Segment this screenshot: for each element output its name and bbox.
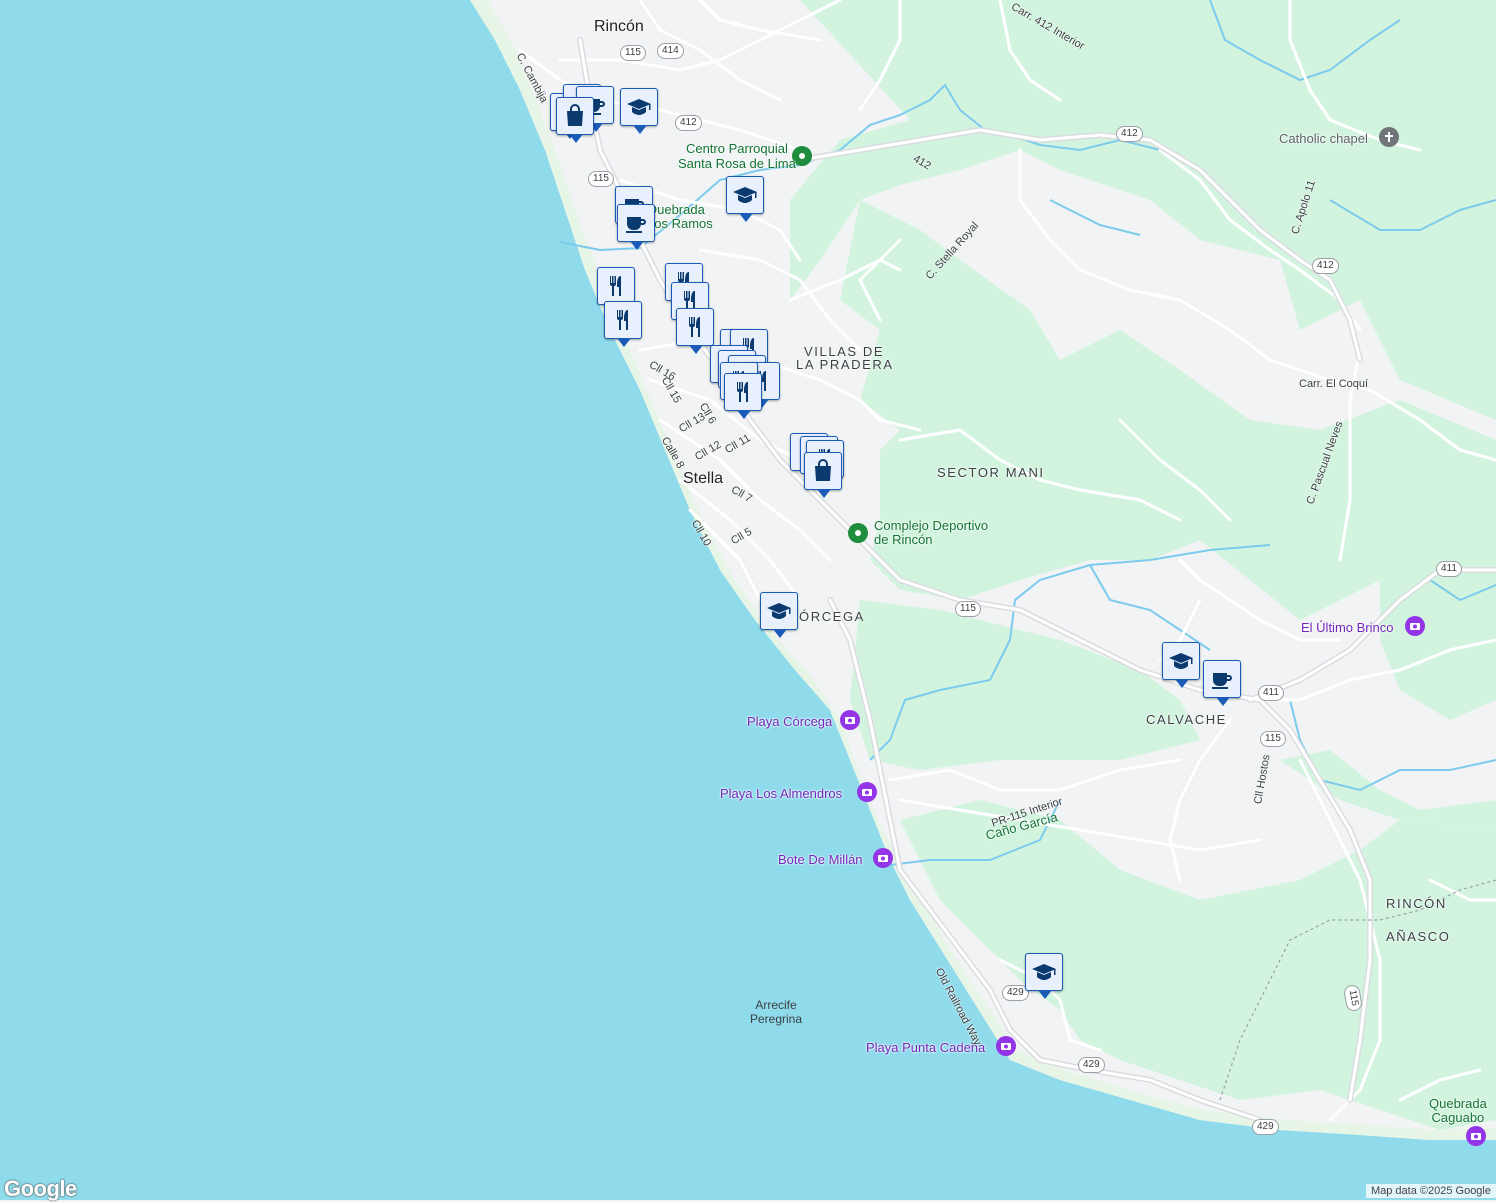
camera-icon[interactable] xyxy=(1405,616,1425,636)
poi-centro-parroquial[interactable]: Centro Parroquial Santa Rosa de Lima xyxy=(678,141,796,171)
poi-quebrada-ramos-line-2: Los Ramos xyxy=(647,216,713,231)
route-shield: 115 xyxy=(955,601,981,617)
route-shield: 429 xyxy=(1078,1057,1105,1073)
church-icon[interactable] xyxy=(1379,127,1399,147)
poi-catholic-chapel[interactable]: Catholic chapel xyxy=(1279,131,1368,146)
route-shield: 115 xyxy=(588,171,614,187)
route-shield: 412 xyxy=(675,115,702,131)
camera-icon[interactable] xyxy=(857,782,877,802)
shopping-bag-icon[interactable] xyxy=(804,452,842,498)
poi-bote-de-millan[interactable]: Bote De Millán xyxy=(778,852,863,867)
poi-quebrada-ramos-line-1: Quebrada xyxy=(647,202,705,217)
poi-playa-los-almendros[interactable]: Playa Los Almendros xyxy=(720,786,842,801)
poi-quebrada-caguabo-line-2: Caguabo xyxy=(1431,1110,1485,1125)
cafe-icon[interactable] xyxy=(617,204,655,250)
sports-complex-icon[interactable] xyxy=(848,523,868,543)
poi-centro-line-2: Santa Rosa de Lima xyxy=(678,156,796,171)
reef-label-line-2: Peregrina xyxy=(750,1012,803,1026)
school-icon[interactable] xyxy=(760,592,798,638)
cafe-icon[interactable] xyxy=(1203,660,1241,706)
poi-complejo-deportivo[interactable]: Complejo Deportivo de Rincón xyxy=(874,519,988,547)
restaurant-icon[interactable] xyxy=(597,267,635,313)
poi-quebrada-ramos: Quebrada Los Ramos xyxy=(647,203,713,231)
area-label-rincon-muni: RINCÓN xyxy=(1386,896,1447,911)
poi-el-ultimo-brinco[interactable]: El Último Brinco xyxy=(1301,620,1393,635)
school-icon[interactable] xyxy=(620,88,658,134)
google-logo: Google xyxy=(4,1176,77,1201)
restaurant-icon[interactable] xyxy=(676,308,714,354)
school-icon[interactable] xyxy=(1025,953,1063,999)
shopping-bag-icon[interactable] xyxy=(556,97,594,143)
camera-icon[interactable] xyxy=(873,848,893,868)
route-shield: 412 xyxy=(1312,258,1339,274)
map-attribution[interactable]: Map data ©2025 Google xyxy=(1365,1184,1496,1198)
poi-complejo-line-2: de Rincón xyxy=(874,532,933,547)
poi-complejo-line-1: Complejo Deportivo xyxy=(874,518,989,533)
route-shield: 411 xyxy=(1258,685,1284,701)
area-label-anasco-muni: AÑASCO xyxy=(1386,929,1451,944)
town-label-rincon: Rincón xyxy=(594,18,644,35)
poi-quebrada-caguabo: Quebrada Caguabo xyxy=(1429,1097,1487,1125)
route-shield: 412 xyxy=(1116,126,1143,142)
poi-centro-line-1: Centro Parroquial xyxy=(685,141,788,156)
school-icon[interactable] xyxy=(1162,642,1200,688)
area-label-corcega: CÓRCEGA xyxy=(788,609,865,624)
poi-quebrada-caguabo-line-1: Quebrada xyxy=(1429,1096,1487,1111)
town-label-stella: Stella xyxy=(683,470,724,487)
area-label-villas-2: LA PRADERA xyxy=(796,357,894,372)
restaurant-icon[interactable] xyxy=(604,301,642,347)
street-label-coqui: Carr. El Coquí xyxy=(1299,378,1369,390)
route-shield: 115 xyxy=(1260,731,1286,747)
route-shield: 411 xyxy=(1436,561,1462,577)
route-shield: 414 xyxy=(657,43,684,59)
camera-icon[interactable] xyxy=(840,710,860,730)
reef-label: Arrecife Peregrina xyxy=(750,998,802,1026)
poi-playa-corcega[interactable]: Playa Córcega xyxy=(747,714,832,729)
area-label-sector-mani: SECTOR MANI xyxy=(937,465,1045,480)
area-label-calvache: CALVACHE xyxy=(1146,712,1227,727)
camera-icon[interactable] xyxy=(1466,1126,1486,1146)
reef-label-line-1: Arrecife xyxy=(755,998,797,1012)
camera-icon[interactable] xyxy=(996,1036,1016,1056)
route-shield: 115 xyxy=(620,45,646,61)
poi-playa-punta-cadena[interactable]: Playa Punta Cadena xyxy=(866,1040,985,1055)
route-shield: 429 xyxy=(1252,1119,1279,1135)
school-icon[interactable] xyxy=(726,176,764,222)
restaurant-icon[interactable] xyxy=(724,373,762,419)
